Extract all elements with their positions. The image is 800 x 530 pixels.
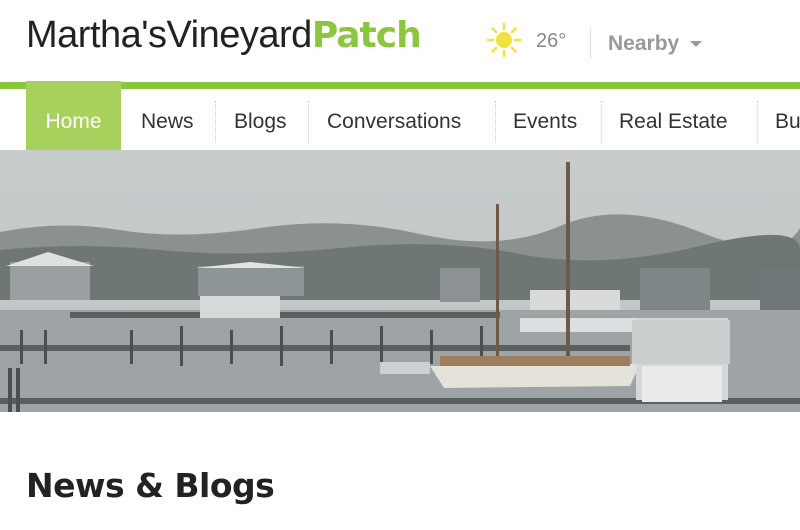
header-divider bbox=[590, 28, 591, 58]
nav-home[interactable]: Home bbox=[26, 89, 121, 150]
temperature: 26° bbox=[536, 30, 567, 52]
nav-business[interactable]: Bu bbox=[775, 89, 800, 150]
nearby-dropdown[interactable]: Nearby bbox=[608, 32, 703, 56]
nav-separator bbox=[308, 101, 310, 143]
site-name: Martha'sVineyard bbox=[26, 14, 312, 56]
nav-separator bbox=[601, 101, 603, 143]
nav-separator bbox=[215, 101, 217, 143]
nav-separator bbox=[495, 101, 497, 143]
nav-separator bbox=[757, 101, 759, 143]
nav-events[interactable]: Events bbox=[513, 89, 577, 150]
section-title: News & Blogs bbox=[26, 466, 275, 505]
nav-real-estate[interactable]: Real Estate bbox=[619, 89, 728, 150]
nearby-label: Nearby bbox=[608, 32, 680, 55]
hero-image bbox=[0, 150, 800, 412]
sun-icon bbox=[486, 22, 522, 58]
chevron-down-icon bbox=[690, 41, 703, 48]
nav-conversations[interactable]: Conversations bbox=[327, 89, 461, 150]
nav-news[interactable]: News bbox=[141, 89, 194, 150]
patch-brand: Patch bbox=[311, 15, 422, 56]
site-header: Martha'sVineyardPatch 26° Nearby bbox=[0, 0, 800, 82]
nav-blogs[interactable]: Blogs bbox=[234, 89, 287, 150]
site-logo[interactable]: Martha'sVineyardPatch bbox=[26, 14, 422, 57]
